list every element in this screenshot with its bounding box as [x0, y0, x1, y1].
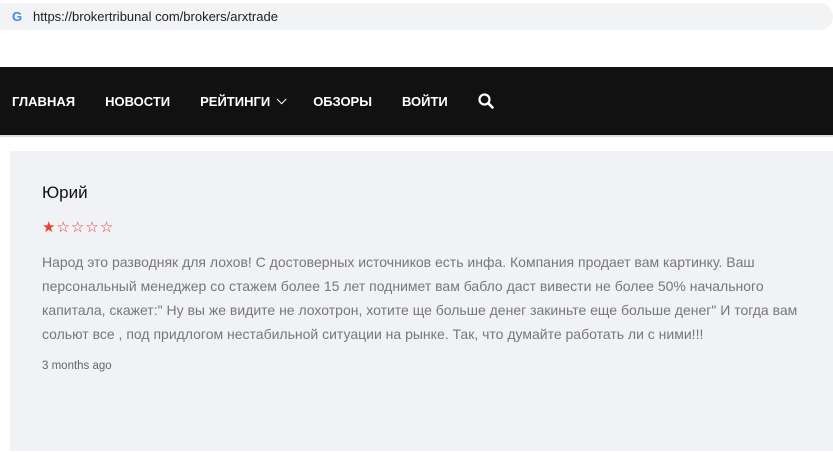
address-bar[interactable]: G https://brokertribunal com/brokers/arx…	[0, 3, 833, 30]
nav-ratings-label: РЕЙТИНГИ	[200, 93, 271, 109]
nav-ratings[interactable]: РЕЙТИНГИ	[200, 93, 287, 109]
star-empty-icon: ☆	[70, 219, 86, 236]
star-empty-icon: ☆	[85, 219, 100, 236]
nav-home[interactable]: ГЛАВНАЯ	[12, 94, 75, 109]
review-text: Народ это разводняк для лохов! С достове…	[42, 254, 798, 342]
review-author: Юрий	[42, 183, 88, 202]
google-icon: G	[12, 9, 23, 24]
star-empty-icon: ☆	[99, 219, 115, 236]
star-empty-icon: ☆	[56, 219, 71, 236]
chevron-down-icon	[276, 93, 287, 104]
url-text[interactable]: https://brokertribunal com/brokers/arxtr…	[33, 9, 278, 24]
review-timestamp: 3 months ago	[42, 360, 112, 372]
nav-news[interactable]: НОВОСТИ	[105, 94, 170, 109]
search-button[interactable]	[478, 93, 494, 109]
main-nav: ГЛАВНАЯ НОВОСТИ РЕЙТИНГИ ОБЗОРЫ ВОЙТИ	[0, 67, 833, 137]
star-rating: ★☆☆☆☆	[42, 218, 801, 236]
search-icon	[478, 93, 494, 109]
review-card: Юрий ★☆☆☆☆ Народ это разводняк для лохов…	[10, 151, 833, 451]
star-filled-icon: ★	[42, 219, 57, 236]
nav-login[interactable]: ВОЙТИ	[402, 94, 448, 109]
nav-reviews[interactable]: ОБЗОРЫ	[313, 94, 372, 109]
